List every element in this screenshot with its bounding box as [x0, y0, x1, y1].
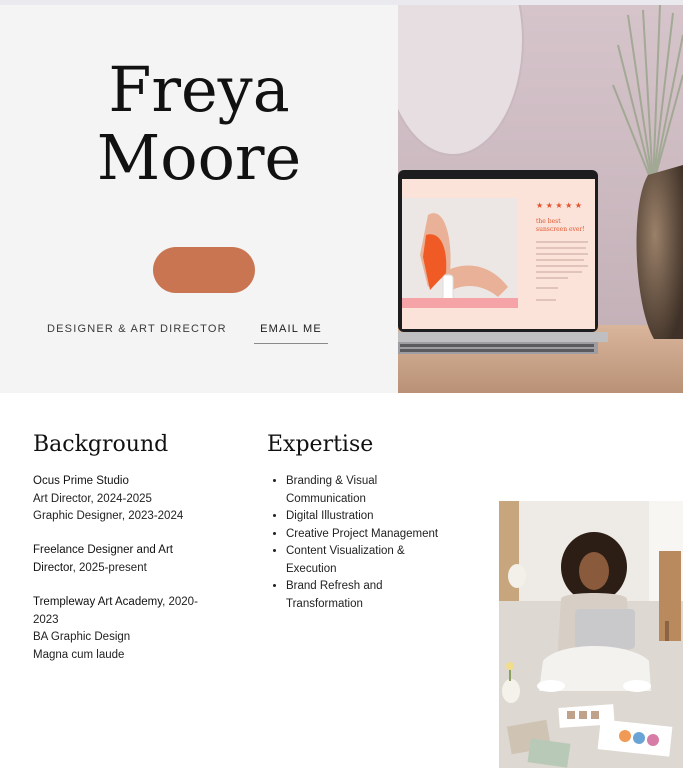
accent-pill-button[interactable]: [153, 247, 255, 293]
background-org: Trempleway Art Academy: [33, 596, 163, 608]
laptop-photo: ★ ★ ★ ★ ★ the best sunscreen ever!: [398, 5, 683, 393]
designer-photo: [499, 501, 683, 768]
expertise-item: Digital Illustration: [286, 508, 486, 526]
review-stars: ★ ★ ★ ★ ★: [536, 201, 582, 210]
expertise-item: Content Visualization & Execution: [286, 543, 426, 578]
background-entry: Ocus Prime Studio Art Director, 2024-202…: [33, 473, 233, 526]
background-entry: Freelance Designer and Art Director, 202…: [33, 542, 203, 577]
email-me-link[interactable]: EMAIL ME: [254, 317, 328, 344]
hero-panel: Freya Moore DESIGNER & ART DIRECTOR EMAI…: [0, 5, 398, 393]
background-org: Ocus Prime Studio: [33, 475, 129, 487]
name-first: Freya: [108, 53, 290, 126]
background-line: BA Graphic Design: [33, 631, 131, 643]
background-line: Art Director, 2024-2025: [33, 492, 152, 505]
background-line: Magna cum laude: [33, 648, 125, 661]
expertise-item: Branding & Visual Communication: [286, 473, 406, 508]
review-headline-2: sunscreen ever!: [536, 226, 585, 233]
expertise-item: Brand Refresh and Transformation: [286, 578, 406, 613]
role-title: DESIGNER & ART DIRECTOR: [47, 323, 227, 335]
expertise-item: Creative Project Management: [286, 526, 486, 544]
background-heading: Background: [33, 432, 169, 457]
background-line: Graphic Designer, 2023-2024: [33, 510, 184, 522]
expertise-list: Branding & Visual Communication Digital …: [268, 473, 486, 613]
name-last: Moore: [96, 121, 302, 194]
background-org-suffix: , 2025-present: [72, 561, 147, 574]
background-entry: Trempleway Art Academy, 2020-2023 BA Gra…: [33, 594, 218, 664]
expertise-heading: Expertise: [267, 432, 374, 457]
review-headline-1: the best: [536, 218, 561, 225]
